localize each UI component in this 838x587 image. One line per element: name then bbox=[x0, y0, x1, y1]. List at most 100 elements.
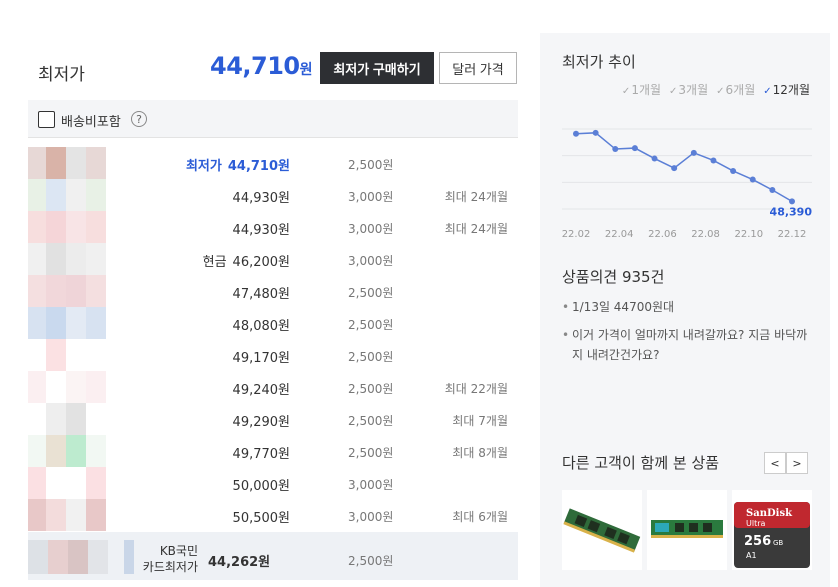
seller-row[interactable]: 44,930원 3,000원 최대 24개월 bbox=[28, 179, 518, 211]
trend-point bbox=[671, 165, 678, 172]
x-tick-label: 22.02 bbox=[562, 229, 590, 240]
sd-capacity: 256 bbox=[744, 534, 771, 549]
seller-shipping: 2,500원 bbox=[348, 318, 394, 332]
seller-shipping: 2,500원 bbox=[348, 382, 394, 396]
next-arrow-icon[interactable]: > bbox=[786, 452, 808, 474]
help-icon[interactable]: ? bbox=[131, 111, 147, 127]
seller-installment: 최대 6개월 bbox=[452, 510, 508, 524]
dollar-price-button[interactable]: 달러 가격 bbox=[439, 52, 517, 84]
tab-3-months[interactable]: ✓3개월 bbox=[669, 81, 708, 98]
seller-logo[interactable] bbox=[28, 403, 138, 435]
trend-point bbox=[730, 167, 737, 174]
seller-installment: 최대 24개월 bbox=[444, 222, 508, 236]
lowest-price-header: 최저가 44,710원 최저가 구매하기 달러 가격 bbox=[28, 50, 518, 86]
seller-price[interactable]: 49,240원 bbox=[227, 379, 290, 398]
opinion-item[interactable]: 1/13일 44700원대 bbox=[562, 297, 812, 317]
sd-unit: GB bbox=[773, 539, 783, 547]
ram-stick-icon bbox=[651, 520, 723, 538]
seller-price[interactable]: 44,930원 bbox=[227, 187, 290, 206]
seller-price[interactable]: 50,000원 bbox=[227, 475, 290, 494]
seller-logo[interactable] bbox=[28, 179, 138, 211]
trend-point bbox=[573, 130, 579, 137]
seller-shipping: 2,500원 bbox=[348, 158, 394, 172]
sd-class: A1 bbox=[746, 551, 757, 560]
seller-row[interactable]: 47,480원 2,500원 bbox=[28, 275, 518, 307]
seller-price[interactable]: 49,170원 bbox=[227, 347, 290, 366]
card-lowest-row[interactable]: KB국민 카드최저가 44,262원 2,500원 bbox=[28, 532, 518, 580]
side-panel: 최저가 추이 ✓1개월 ✓3개월 ✓6개월 ✓12개월 48,390 22.02 2… bbox=[540, 33, 830, 587]
seller-logo[interactable] bbox=[28, 211, 138, 243]
seller-price[interactable]: 최저가 44,710원 bbox=[186, 155, 290, 174]
seller-row[interactable]: 현금 46,200원 3,000원 bbox=[28, 243, 518, 275]
tab-12-months[interactable]: ✓12개월 bbox=[763, 81, 810, 98]
seller-logo[interactable] bbox=[28, 499, 138, 531]
seller-price[interactable]: 현금 46,200원 bbox=[203, 251, 290, 270]
trend-point bbox=[612, 146, 619, 153]
tab-6-months[interactable]: ✓6개월 bbox=[716, 81, 755, 98]
trend-point bbox=[749, 176, 756, 183]
sd-card-icon: SanDisk Ultra 256 GB A1 bbox=[734, 502, 810, 568]
seller-row[interactable]: 50,500원 3,000원 최대 6개월 bbox=[28, 499, 518, 531]
seller-row[interactable]: 49,770원 2,500원 최대 8개월 bbox=[28, 435, 518, 467]
card-name: KB국민 카드최저가 bbox=[142, 544, 198, 574]
card-price: 44,262원 bbox=[208, 555, 271, 570]
sd-line: Ultra bbox=[746, 519, 766, 528]
seller-logo[interactable] bbox=[28, 307, 138, 339]
seller-logo[interactable] bbox=[28, 467, 138, 499]
seller-price[interactable]: 47,480원 bbox=[227, 283, 290, 302]
also-viewed-nav: < > bbox=[764, 452, 808, 474]
price-comparison-panel: 최저가 44,710원 최저가 구매하기 달러 가격 배송비포함 ? 최저가 44… bbox=[28, 0, 518, 587]
seller-price[interactable]: 50,500원 bbox=[227, 507, 290, 526]
seller-logo[interactable] bbox=[28, 371, 138, 403]
seller-price[interactable]: 44,930원 bbox=[227, 219, 290, 238]
seller-list: 최저가 44,710원 2,500원 44,930원 3,000원 최대 24개월 44,9… bbox=[28, 147, 518, 531]
last-price-label: 48,390 bbox=[770, 205, 812, 218]
seller-logo[interactable] bbox=[28, 339, 138, 371]
seller-shipping: 3,000원 bbox=[348, 190, 394, 204]
tab-1-month[interactable]: ✓1개월 bbox=[622, 81, 661, 98]
seller-row[interactable]: 50,000원 3,000원 bbox=[28, 467, 518, 499]
seller-logo[interactable] bbox=[28, 243, 138, 275]
trend-point bbox=[631, 145, 638, 152]
opinion-item[interactable]: 이거 가격이 얼마까지 내려갈까요? 지금 바닥까지 내려간건가요? bbox=[562, 325, 812, 365]
seller-logo[interactable] bbox=[28, 435, 138, 467]
seller-logo[interactable] bbox=[28, 275, 138, 307]
seller-row[interactable]: 49,240원 2,500원 최대 22개월 bbox=[28, 371, 518, 403]
opinion-list: 1/13일 44700원대 이거 가격이 얼마까지 내려갈까요? 지금 바닥까지… bbox=[562, 297, 812, 373]
seller-row[interactable]: 49,290원 2,500원 최대 7개월 bbox=[28, 403, 518, 435]
seller-shipping: 3,000원 bbox=[348, 254, 394, 268]
include-shipping-checkbox[interactable] bbox=[38, 111, 55, 128]
buy-lowest-button[interactable]: 최저가 구매하기 bbox=[320, 52, 434, 84]
seller-row[interactable]: 44,930원 3,000원 최대 24개월 bbox=[28, 211, 518, 243]
seller-price[interactable]: 48,080원 bbox=[227, 315, 290, 334]
seller-shipping: 2,500원 bbox=[348, 350, 394, 364]
product-thumb-sd-card[interactable]: SanDisk Ultra 256 GB A1 bbox=[732, 490, 812, 570]
seller-installment: 최대 8개월 bbox=[452, 446, 508, 460]
also-viewed-products: SanDisk Ultra 256 GB A1 bbox=[562, 490, 812, 570]
lowest-price-label: 최저가 bbox=[38, 65, 85, 85]
x-tick-label: 22.04 bbox=[605, 229, 634, 240]
trend-line bbox=[575, 132, 793, 203]
seller-price[interactable]: 49,290원 bbox=[227, 411, 290, 430]
trend-point bbox=[592, 129, 599, 136]
prev-arrow-icon[interactable]: < bbox=[764, 452, 786, 474]
x-tick-label: 22.06 bbox=[648, 229, 677, 240]
seller-row[interactable]: 48,080원 2,500원 bbox=[28, 307, 518, 339]
card-logo bbox=[28, 540, 138, 574]
seller-row[interactable]: 최저가 44,710원 2,500원 bbox=[28, 147, 518, 179]
seller-installment: 최대 22개월 bbox=[444, 382, 508, 396]
product-thumb-ram-1[interactable] bbox=[562, 490, 642, 570]
seller-shipping: 3,000원 bbox=[348, 478, 394, 492]
period-tabs: ✓1개월 ✓3개월 ✓6개월 ✓12개월 bbox=[622, 81, 810, 98]
seller-shipping: 2,500원 bbox=[348, 414, 394, 428]
include-shipping-label[interactable]: 배송비포함 bbox=[61, 111, 121, 130]
x-tick-label: 22.12 bbox=[778, 229, 807, 240]
product-thumb-ram-2[interactable] bbox=[647, 490, 727, 570]
seller-price[interactable]: 49,770원 bbox=[227, 443, 290, 462]
trend-point bbox=[769, 187, 776, 194]
seller-installment: 최대 7개월 bbox=[452, 414, 508, 428]
also-viewed-title: 다른 고객이 함께 본 상품 bbox=[562, 454, 720, 472]
seller-row[interactable]: 49,170원 2,500원 bbox=[28, 339, 518, 371]
shipping-filter-bar: 배송비포함 ? bbox=[28, 100, 518, 138]
seller-logo[interactable] bbox=[28, 147, 138, 179]
